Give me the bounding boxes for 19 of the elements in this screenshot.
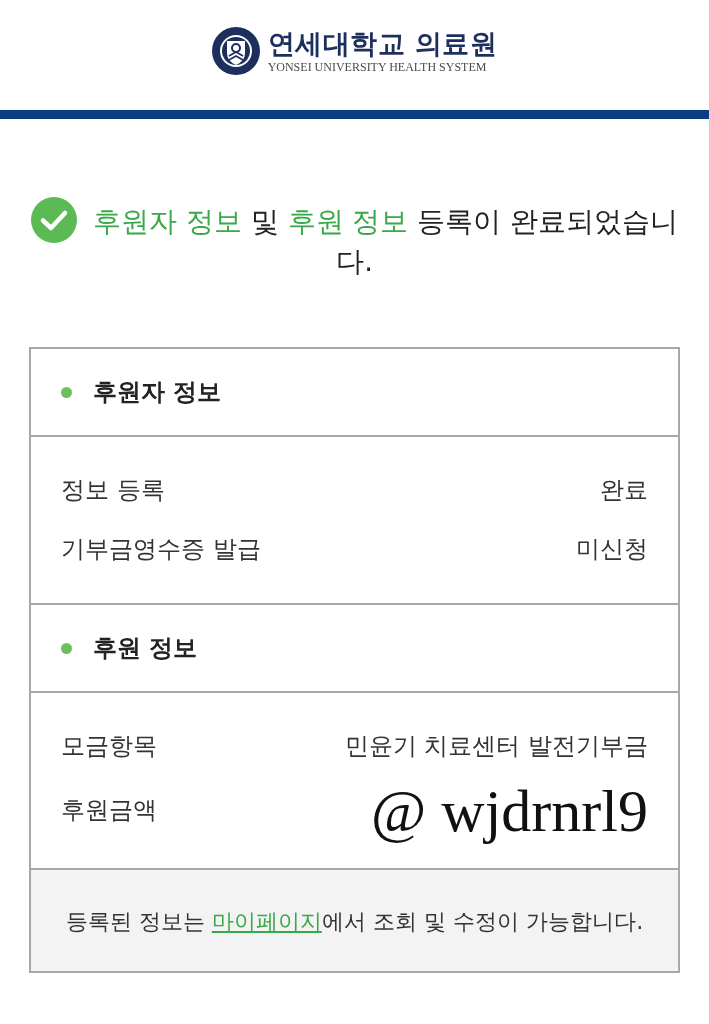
row-label: 기부금영수증 발급 bbox=[61, 534, 261, 565]
section-title: 후원자 정보 bbox=[93, 377, 222, 407]
bullet-dot-icon bbox=[61, 386, 72, 398]
row-value: 민윤기 치료센터 발전기부금 bbox=[344, 731, 648, 762]
bullet-dot-icon bbox=[61, 642, 72, 654]
university-emblem-icon bbox=[211, 27, 260, 75]
mypage-link[interactable]: 마이페이지 bbox=[211, 907, 322, 934]
handle-text: @ wjdrnrl9 bbox=[371, 777, 648, 846]
check-circle-icon bbox=[31, 197, 78, 243]
row-value: 미신청 bbox=[576, 534, 648, 565]
row-value: 완료 bbox=[600, 475, 648, 506]
logo-subtitle: YONSEI UNIVERSITY HEALTH SYSTEM bbox=[267, 59, 487, 75]
section-title: 후원 정보 bbox=[93, 633, 198, 663]
logo-name: 연세대학교 의료원 bbox=[267, 27, 498, 60]
row-label: 모금항목 bbox=[61, 731, 157, 762]
footer-note: 등록된 정보는 마이페이지에서 조회 및 수정이 가능합니다. bbox=[65, 906, 644, 936]
status-message: 후원자 정보 및 후원 정보 등록이 완료되었습니다. bbox=[93, 205, 678, 277]
row-label: 정보 등록 bbox=[61, 475, 165, 506]
row-label: 후원금액 bbox=[61, 794, 157, 826]
